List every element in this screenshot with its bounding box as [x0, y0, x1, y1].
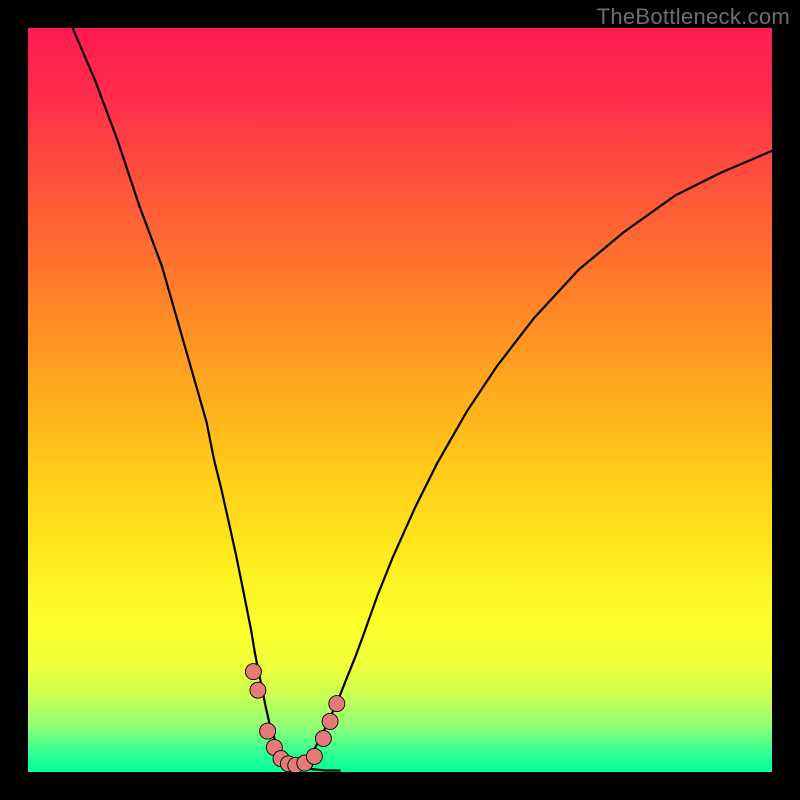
watermark-text: TheBottleneck.com	[597, 4, 790, 30]
marker-dot	[250, 682, 266, 698]
marker-dot	[329, 696, 345, 712]
left-curve	[73, 28, 341, 771]
right-curve	[288, 151, 772, 771]
plot-area	[28, 28, 772, 772]
curves-svg	[28, 28, 772, 772]
marker-dot	[245, 664, 261, 680]
marker-dot	[322, 713, 338, 729]
chart-frame: TheBottleneck.com	[0, 0, 800, 800]
marker-dot	[260, 723, 276, 739]
marker-dot	[306, 748, 322, 764]
marker-dot	[315, 731, 331, 747]
